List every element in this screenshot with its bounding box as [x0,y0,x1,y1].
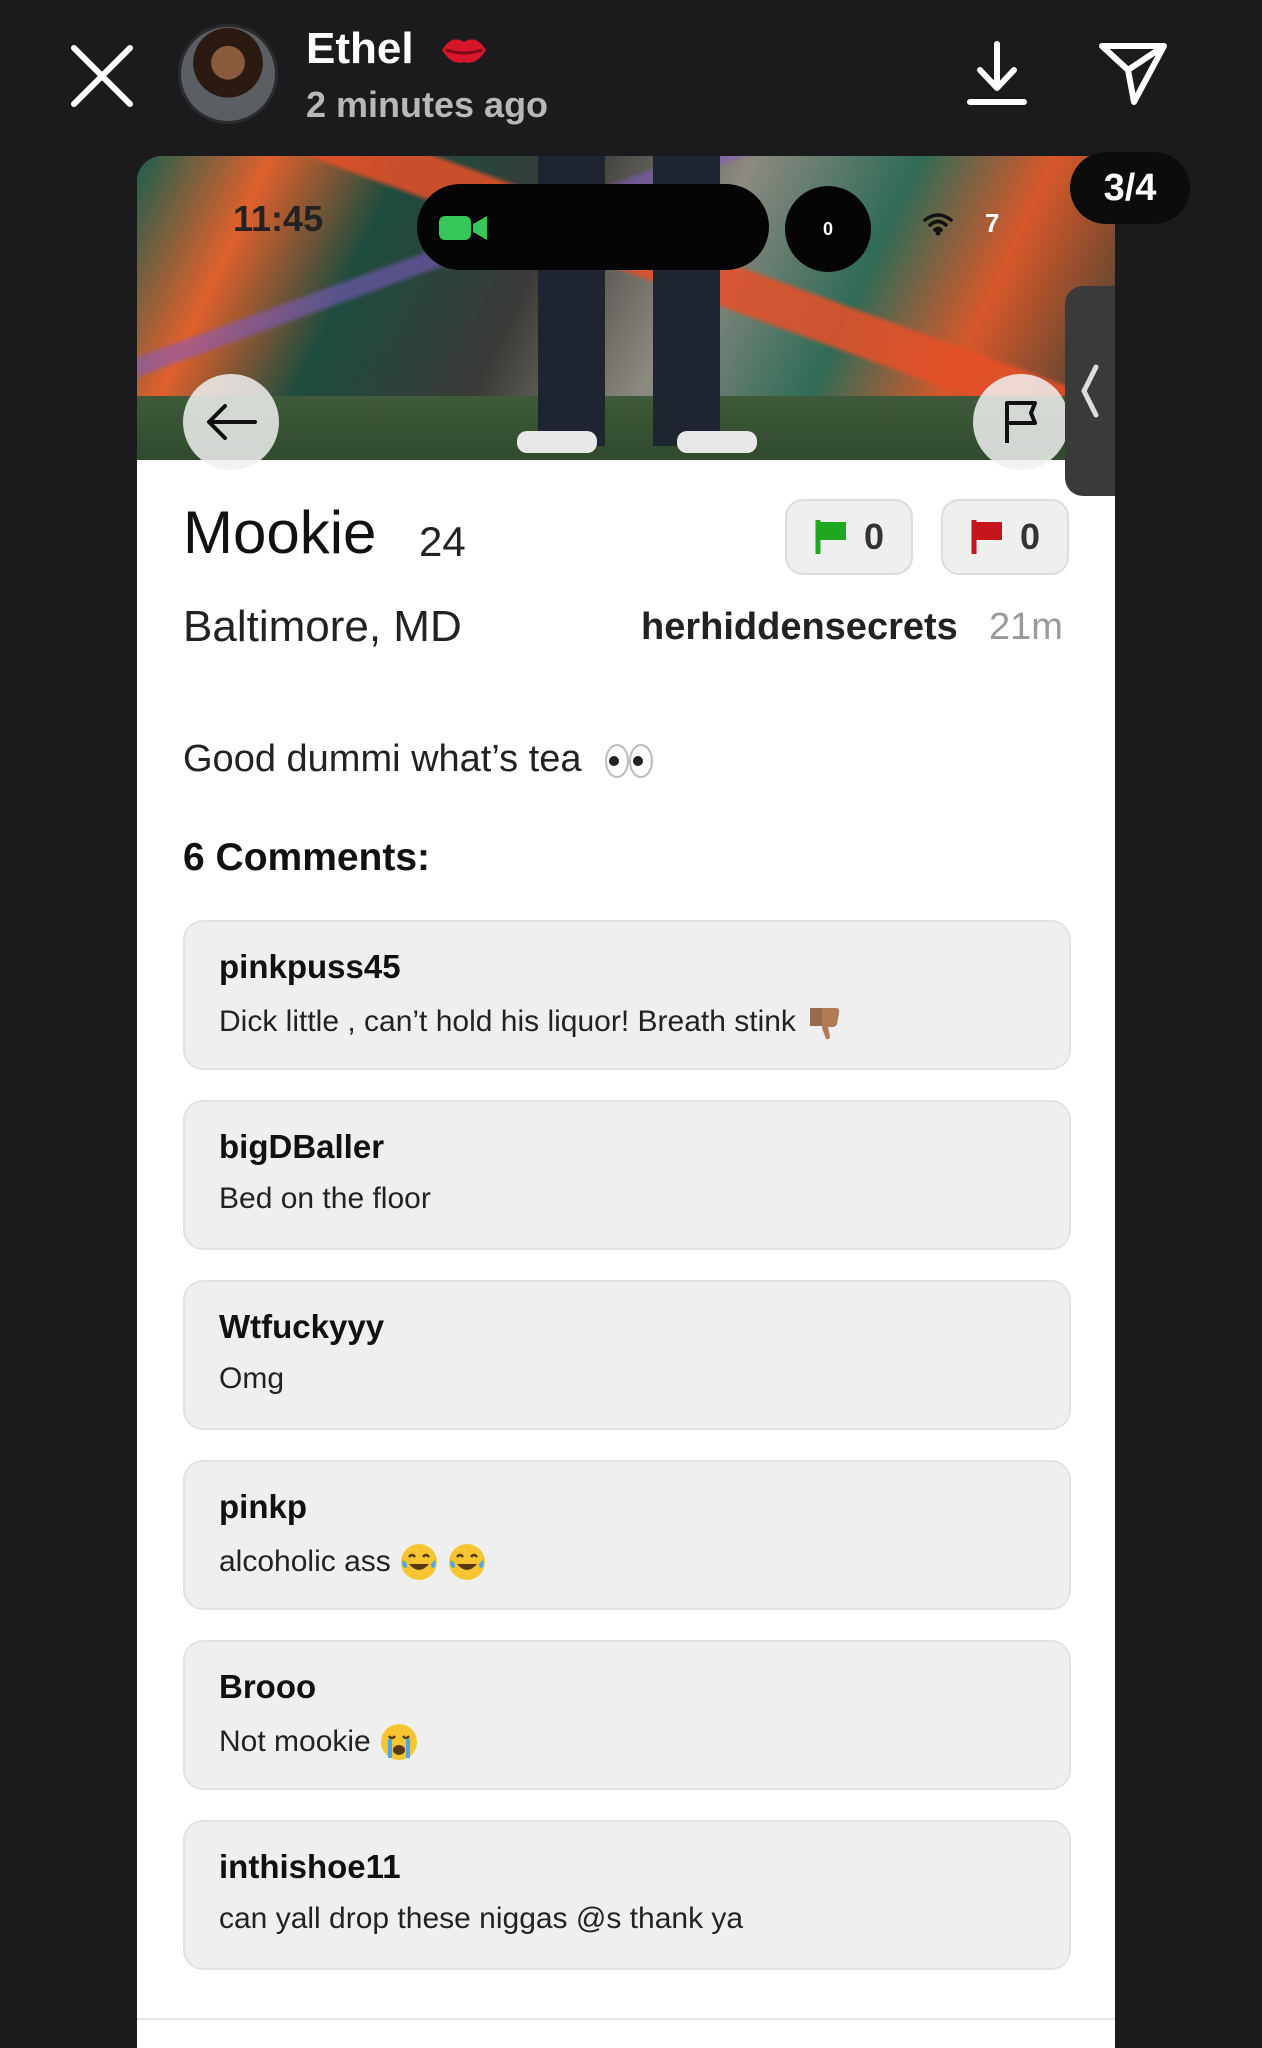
comment-username[interactable]: pinkp [219,1488,1035,1532]
profile-location: Baltimore, MD [183,602,462,651]
green-flag-icon [815,520,846,554]
close-icon[interactable] [66,40,138,112]
comment-username[interactable]: pinkpuss45 [219,948,1035,992]
island-indicator: 0 [785,186,871,272]
red-flag-icon [971,520,1002,554]
back-button[interactable] [183,374,279,470]
comment-username[interactable]: Brooo [219,1668,1035,1712]
lips-icon [442,39,486,63]
wifi-icon [923,213,953,236]
comment-text: Omg [219,1362,1035,1396]
avatar[interactable] [181,27,275,121]
comment-text: Not mookie [219,1722,1035,1762]
poster-username[interactable]: herhiddensecrets [641,606,958,649]
comment-card: inthishoe11 can yall drop these niggas @… [183,1820,1071,1970]
comment-body: Bed on the floor [219,1182,431,1215]
comments-heading: 6 Comments: [183,836,431,879]
red-flag-button[interactable]: 0 [941,499,1069,575]
comment-body: Omg [219,1362,285,1395]
send-icon[interactable] [1096,38,1170,108]
facetime-icon [439,216,487,240]
comment-body: alcoholic ass [219,1545,391,1578]
tears-of-joy-icon [400,1544,437,1580]
comment-card: bigDBaller Bed on the floor [183,1100,1071,1250]
comment-card: Wtfuckyyy Omg [183,1280,1071,1430]
profile-name: Mookie [183,499,377,566]
arrow-left-icon [207,404,257,440]
story-user-name[interactable]: Ethel [306,24,414,74]
thumbs-down-icon [809,1008,840,1040]
story-timestamp: 2 minutes ago [306,84,549,125]
crying-face-icon [380,1724,417,1760]
green-flag-count: 0 [863,516,885,557]
battery-level: 7 [985,208,1000,238]
eyes-icon [605,743,654,778]
status-bar-time: 11:45 [233,198,324,239]
screenshot-card: 11:45 0 7 Mookie 24 0 0 Baltimore, MD he… [137,156,1115,2048]
report-flag-button[interactable] [973,374,1069,470]
post-age: 21m [989,606,1063,648]
comment-text: alcoholic ass [219,1542,1035,1582]
divider [137,2018,1115,2020]
comment-text: Bed on the floor [219,1182,1035,1216]
green-flag-button[interactable]: 0 [785,499,913,575]
flag-outline-icon [1005,401,1037,443]
comment-text: can yall drop these niggas @s thank ya [219,1902,1035,1936]
photo-shoe [677,431,757,453]
comment-body: Not mookie [219,1725,371,1758]
photo-shoe [517,431,597,453]
comment-username[interactable]: inthishoe11 [219,1848,1035,1892]
side-panel-handle[interactable] [1065,286,1115,496]
red-flag-count: 0 [1019,516,1041,557]
comment-card: Brooo Not mookie [183,1640,1071,1790]
page-counter: 3/4 [1070,152,1190,224]
comment-card: pinkp alcoholic ass [183,1460,1071,1610]
profile-age: 24 [419,518,466,565]
post-text: Good dummi what’s tea [183,738,654,781]
comment-card: pinkpuss45 Dick little , can’t hold his … [183,920,1071,1070]
comment-body: can yall drop these niggas @s thank ya [219,1902,744,1935]
comment-body: Dick little , can’t hold his liquor! Bre… [219,1005,796,1038]
post-text-body: Good dummi what’s tea [183,738,582,780]
tears-of-joy-icon [448,1544,485,1580]
chevron-left-icon [1081,364,1099,418]
comment-username[interactable]: Wtfuckyyy [219,1308,1035,1352]
download-icon[interactable] [962,38,1032,110]
comment-text: Dick little , can’t hold his liquor! Bre… [219,1002,1035,1042]
comment-username[interactable]: bigDBaller [219,1128,1035,1172]
